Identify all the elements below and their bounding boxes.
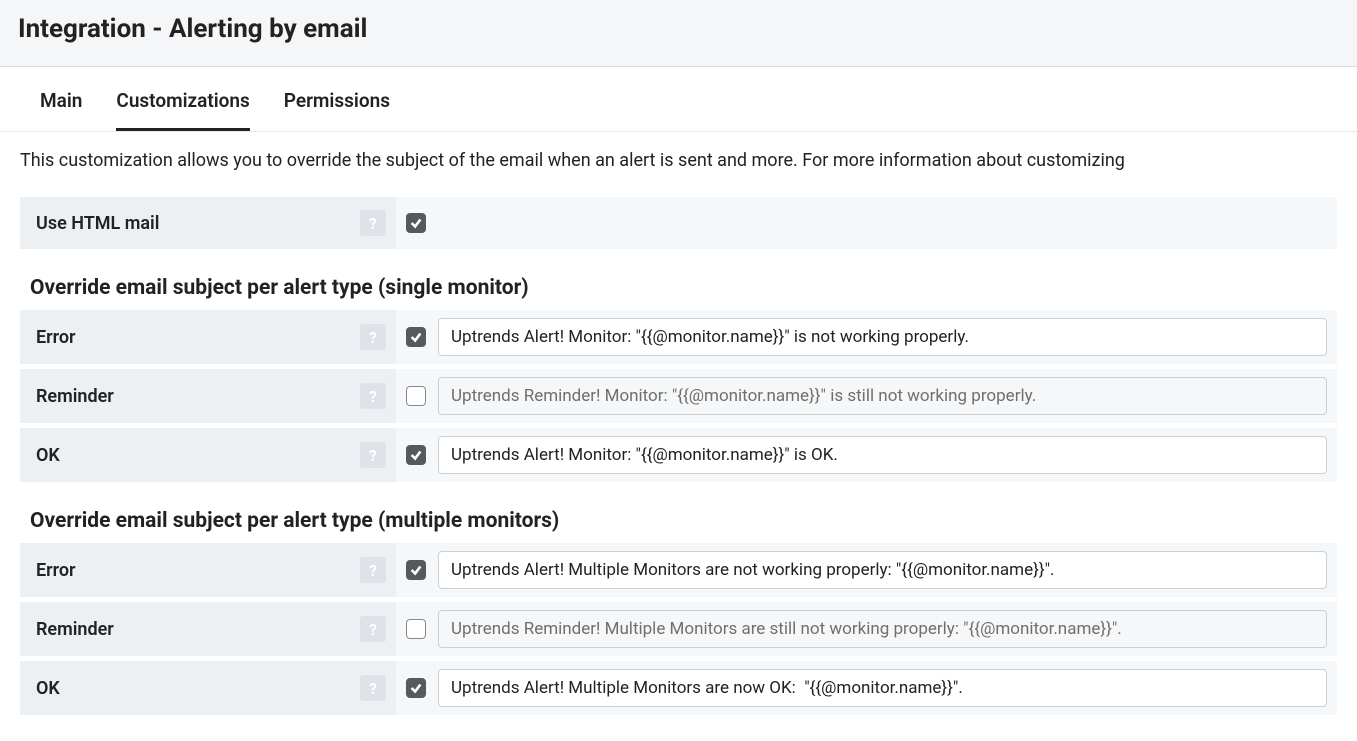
value-multi-error <box>396 543 1337 597</box>
label-text: Reminder <box>36 619 114 640</box>
input-multi-error[interactable] <box>438 551 1327 589</box>
value-use-html-mail <box>396 197 1337 249</box>
help-icon[interactable]: ? <box>360 442 386 468</box>
row-single-ok: OK ? <box>20 428 1337 487</box>
value-single-reminder <box>396 369 1337 423</box>
value-multi-ok <box>396 661 1337 715</box>
checkbox-single-ok[interactable] <box>406 445 426 465</box>
page-title: Integration - Alerting by email <box>18 14 1339 44</box>
help-icon[interactable]: ? <box>360 557 386 583</box>
description-text: This customization allows you to overrid… <box>20 150 1337 171</box>
check-icon <box>409 681 423 695</box>
label-text: OK <box>36 445 60 466</box>
label-text: Use HTML mail <box>36 213 159 234</box>
label-text: Error <box>36 560 76 581</box>
row-multi-ok: OK ? <box>20 661 1337 720</box>
label-text: OK <box>36 678 60 699</box>
check-icon <box>409 448 423 462</box>
check-icon <box>409 563 423 577</box>
checkbox-multi-error[interactable] <box>406 560 426 580</box>
label-single-reminder: Reminder ? <box>20 369 396 423</box>
checkbox-multi-ok[interactable] <box>406 678 426 698</box>
content: This customization allows you to overrid… <box>0 132 1357 738</box>
help-icon[interactable]: ? <box>360 616 386 642</box>
help-icon[interactable]: ? <box>360 324 386 350</box>
checkbox-single-reminder[interactable] <box>406 386 426 406</box>
checkbox-use-html-mail[interactable] <box>406 213 426 233</box>
input-single-reminder[interactable] <box>438 377 1327 415</box>
label-text: Error <box>36 327 76 348</box>
value-multi-reminder <box>396 602 1337 656</box>
row-single-reminder: Reminder ? <box>20 369 1337 428</box>
section-title-single: Override email subject per alert type (s… <box>30 276 1337 300</box>
help-icon[interactable]: ? <box>360 210 386 236</box>
label-multi-reminder: Reminder ? <box>20 602 396 656</box>
value-single-ok <box>396 428 1337 482</box>
help-icon[interactable]: ? <box>360 675 386 701</box>
input-multi-reminder[interactable] <box>438 610 1327 648</box>
check-icon <box>409 216 423 230</box>
checkbox-single-error[interactable] <box>406 327 426 347</box>
section-title-multiple: Override email subject per alert type (m… <box>30 509 1337 533</box>
tab-permissions[interactable]: Permissions <box>284 67 390 131</box>
label-multi-error: Error ? <box>20 543 396 597</box>
input-single-ok[interactable] <box>438 436 1327 474</box>
input-single-error[interactable] <box>438 318 1327 356</box>
checkbox-multi-reminder[interactable] <box>406 619 426 639</box>
input-multi-ok[interactable] <box>438 669 1327 707</box>
tabs: Main Customizations Permissions <box>0 67 1357 132</box>
row-multi-error: Error ? <box>20 543 1337 602</box>
tab-customizations[interactable]: Customizations <box>116 67 249 131</box>
label-text: Reminder <box>36 386 114 407</box>
row-single-error: Error ? <box>20 310 1337 369</box>
row-multi-reminder: Reminder ? <box>20 602 1337 661</box>
label-single-ok: OK ? <box>20 428 396 482</box>
value-single-error <box>396 310 1337 364</box>
label-single-error: Error ? <box>20 310 396 364</box>
tab-main[interactable]: Main <box>40 67 82 131</box>
help-icon[interactable]: ? <box>360 383 386 409</box>
label-use-html-mail: Use HTML mail ? <box>20 197 396 249</box>
label-multi-ok: OK ? <box>20 661 396 715</box>
page-header: Integration - Alerting by email <box>0 0 1357 67</box>
check-icon <box>409 330 423 344</box>
row-use-html-mail: Use HTML mail ? <box>20 197 1337 254</box>
